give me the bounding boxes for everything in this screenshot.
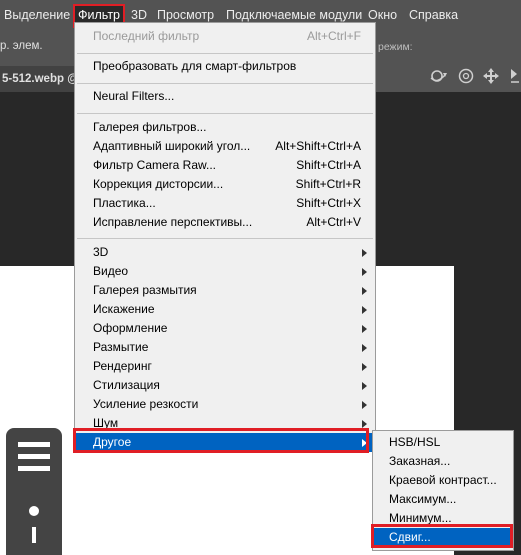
- menu-item-liquify[interactable]: Пластика... Shift+Ctrl+X: [75, 194, 375, 213]
- roll-icon[interactable]: [456, 67, 476, 85]
- submenu-arrow-icon: [362, 401, 367, 409]
- submenu-item-minimum[interactable]: Минимум...: [373, 509, 513, 528]
- pan-icon[interactable]: [481, 66, 501, 86]
- menu-separator: [77, 53, 373, 54]
- submenu-item-custom[interactable]: Заказная...: [373, 452, 513, 471]
- menu-item-filter-gallery[interactable]: Галерея фильтров...: [75, 118, 375, 137]
- menu-item-distort[interactable]: Искажение: [75, 300, 375, 319]
- menu-item-sharpen[interactable]: Усиление резкости: [75, 395, 375, 414]
- submenu-arrow-icon: [362, 439, 367, 447]
- menu-separator: [77, 113, 373, 114]
- menu-item-noise[interactable]: Шум: [75, 414, 375, 433]
- document-tab-title: 5-512.webp @: [2, 73, 79, 85]
- filter-dropdown-menu: Последний фильтр Alt+Ctrl+F Преобразоват…: [74, 22, 376, 452]
- submenu-arrow-icon: [362, 344, 367, 352]
- menu-item-other[interactable]: Другое: [75, 433, 375, 452]
- menu-item-pixelate[interactable]: Оформление: [75, 319, 375, 338]
- menu-item-blur-gallery[interactable]: Галерея размытия: [75, 281, 375, 300]
- submenu-arrow-icon: [362, 249, 367, 257]
- submenu-arrow-icon: [362, 382, 367, 390]
- orbit-icon[interactable]: [428, 67, 450, 85]
- menu-item-last-filter: Последний фильтр Alt+Ctrl+F: [93, 29, 361, 43]
- menu-item-blur[interactable]: Размытие: [75, 338, 375, 357]
- menu-item-adaptive-wide-angle[interactable]: Адаптивный широкий угол... Alt+Shift+Ctr…: [75, 137, 375, 156]
- submenu-item-high-pass[interactable]: Краевой контраст...: [373, 471, 513, 490]
- options-left-label: р. элем.: [0, 40, 43, 52]
- submenu-arrow-icon: [362, 306, 367, 314]
- menu-selection[interactable]: Выделение: [4, 0, 70, 30]
- submenu-arrow-icon: [362, 420, 367, 428]
- submenu-arrow-icon: [362, 363, 367, 371]
- menu-item-lens-correction[interactable]: Коррекция дисторсии... Shift+Ctrl+R: [75, 175, 375, 194]
- submenu-arrow-icon: [362, 325, 367, 333]
- document-tab[interactable]: 5-512.webp @: [0, 66, 80, 92]
- mode-label: режим:: [378, 41, 413, 53]
- submenu-item-hsb-hsl[interactable]: HSB/HSL: [373, 433, 513, 452]
- menu-item-convert-smart-filters[interactable]: Преобразовать для смарт-фильтров: [75, 57, 375, 76]
- submenu-item-maximum[interactable]: Максимум...: [373, 490, 513, 509]
- menu-item-stylize[interactable]: Стилизация: [75, 376, 375, 395]
- menu-item-3d[interactable]: 3D: [75, 243, 375, 262]
- menu-item-neural-filters[interactable]: Neural Filters...: [75, 87, 375, 106]
- submenu-arrow-icon: [362, 287, 367, 295]
- menu-help[interactable]: Справка: [409, 0, 458, 30]
- menu-item-render[interactable]: Рендеринг: [75, 357, 375, 376]
- menu-item-video[interactable]: Видео: [75, 262, 375, 281]
- menu-item-camera-raw[interactable]: Фильтр Camera Raw... Shift+Ctrl+A: [75, 156, 375, 175]
- menu-separator: [77, 83, 373, 84]
- server-icon: [6, 428, 62, 555]
- submenu-item-offset[interactable]: Сдвиг...: [373, 528, 513, 547]
- slide-icon[interactable]: [507, 66, 521, 86]
- menu-separator: [77, 238, 373, 239]
- other-submenu: HSB/HSL Заказная... Краевой контраст... …: [372, 430, 514, 551]
- menu-item-vanishing-point[interactable]: Исправление перспективы... Alt+Ctrl+V: [75, 213, 375, 232]
- submenu-arrow-icon: [362, 268, 367, 276]
